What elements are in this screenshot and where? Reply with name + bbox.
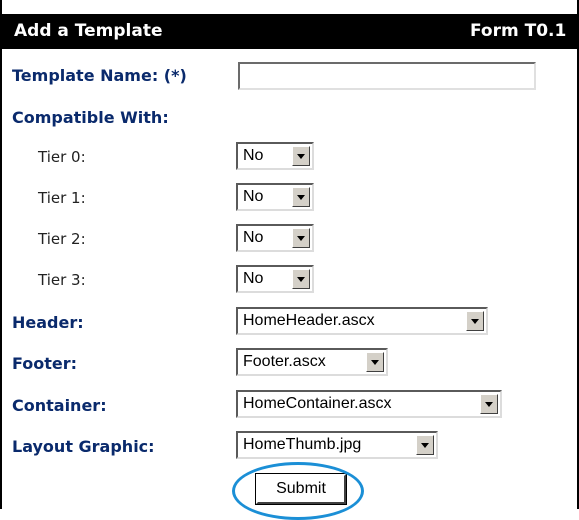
chevron-down-icon[interactable] <box>366 352 384 372</box>
tier-0-label: Tier 0: <box>38 148 86 166</box>
tier-3-select[interactable]: No <box>236 265 314 293</box>
header-select[interactable]: HomeHeader.ascx <box>236 307 488 335</box>
chevron-down-icon[interactable] <box>416 435 434 455</box>
footer-select[interactable]: Footer.ascx <box>236 348 388 376</box>
tier-3-value: No <box>243 270 264 287</box>
container-label: Container: <box>12 396 107 415</box>
layout-graphic-label: Layout Graphic: <box>12 437 155 456</box>
footer-label: Footer: <box>12 354 78 373</box>
form-id: Form T0.1 <box>470 21 567 41</box>
container-value: HomeContainer.ascx <box>243 395 392 412</box>
tier-3-label: Tier 3: <box>38 271 86 289</box>
tier-1-label: Tier 1: <box>38 189 86 207</box>
tier-2-value: No <box>243 229 264 246</box>
layout-graphic-select[interactable]: HomeThumb.jpg <box>236 431 438 459</box>
tier-0-value: No <box>243 147 264 164</box>
tier-2-select[interactable]: No <box>236 224 314 252</box>
tier-2-label: Tier 2: <box>38 230 86 248</box>
compatible-with-label: Compatible With: <box>12 108 169 127</box>
chevron-down-icon[interactable] <box>466 311 484 331</box>
header-label: Header: <box>12 313 84 332</box>
title-bar: Add a Template Form T0.1 <box>0 14 579 49</box>
chevron-down-icon[interactable] <box>292 146 310 166</box>
form-title: Add a Template <box>14 21 163 41</box>
container-select[interactable]: HomeContainer.ascx <box>236 390 502 418</box>
highlight-circle <box>232 462 364 520</box>
layout-graphic-value: HomeThumb.jpg <box>243 436 362 453</box>
template-name-input[interactable] <box>238 62 536 90</box>
footer-value: Footer.ascx <box>243 353 326 370</box>
template-name-label: Template Name: (*) <box>12 66 187 85</box>
tier-1-select[interactable]: No <box>236 183 314 211</box>
chevron-down-icon[interactable] <box>292 269 310 289</box>
chevron-down-icon[interactable] <box>292 187 310 207</box>
header-value: HomeHeader.ascx <box>243 312 375 329</box>
chevron-down-icon[interactable] <box>480 394 498 414</box>
chevron-down-icon[interactable] <box>292 228 310 248</box>
tier-1-value: No <box>243 188 264 205</box>
tier-0-select[interactable]: No <box>236 142 314 170</box>
